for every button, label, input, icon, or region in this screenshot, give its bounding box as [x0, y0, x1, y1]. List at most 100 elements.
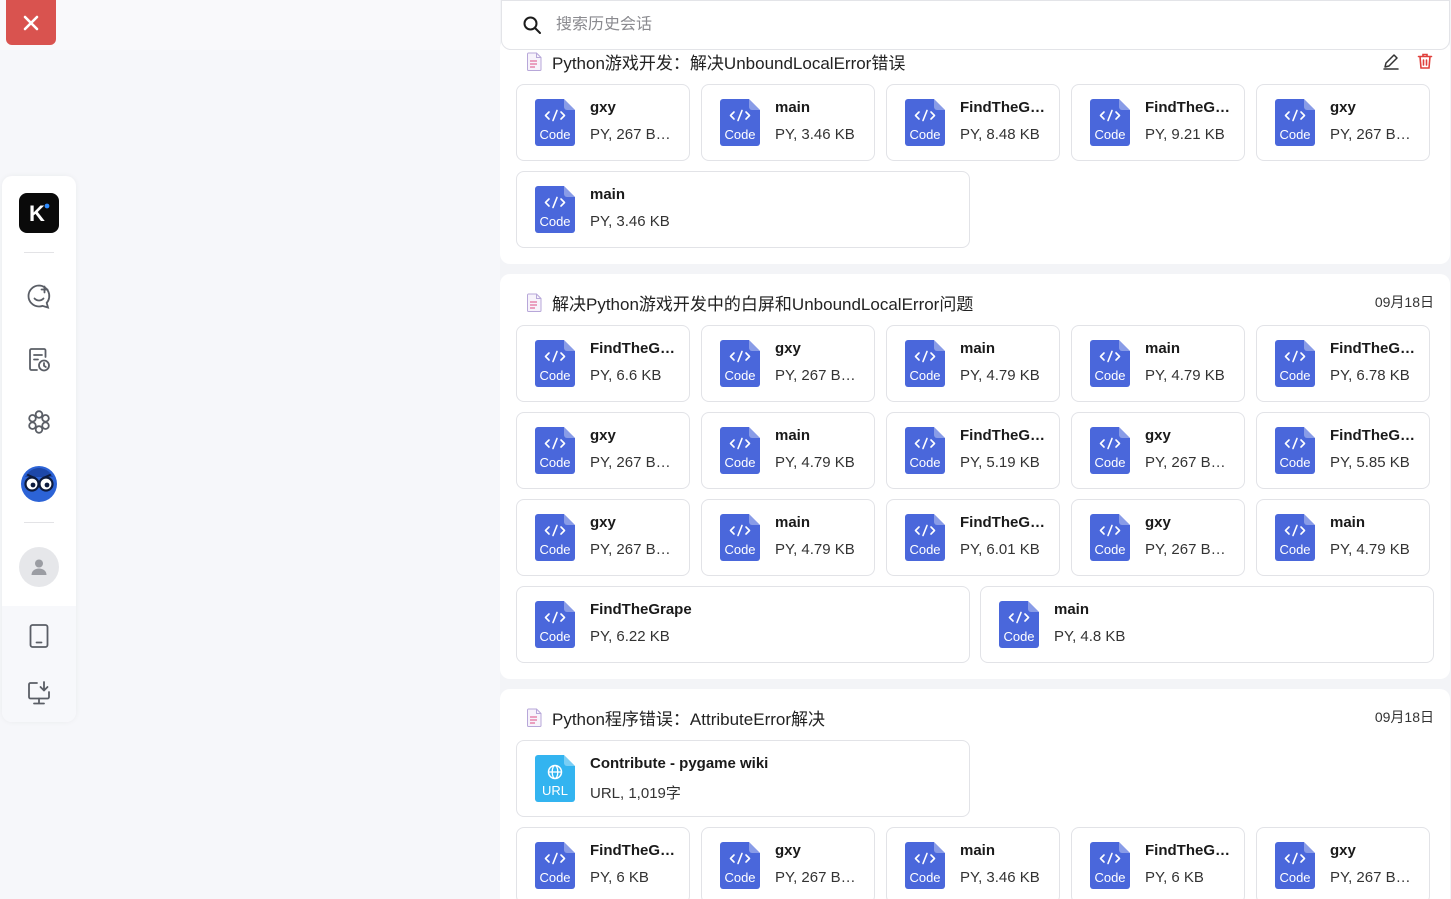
- apps-icon: [28, 410, 50, 434]
- file-name: gxy: [1145, 427, 1171, 444]
- delete-button[interactable]: [1416, 52, 1434, 70]
- file-name: gxy: [590, 99, 616, 116]
- code-file-icon: Code: [720, 842, 760, 889]
- user-avatar-icon: [31, 559, 47, 575]
- file-tile[interactable]: Code gxy PY, 267 Bytes: [1256, 827, 1430, 899]
- file-tile[interactable]: Code main PY, 4.79 KB: [701, 412, 875, 489]
- file-name: FindTheGrape: [1330, 427, 1417, 444]
- file-meta: PY, 267 Bytes: [590, 454, 677, 471]
- code-file-icon: Code: [535, 514, 575, 561]
- file-tile[interactable]: Code FindTheGrape PY, 9.21 KB: [1071, 84, 1245, 161]
- sidebar-item-download[interactable]: [19, 673, 59, 713]
- file-name: FindTheGrape: [1145, 99, 1232, 116]
- search-input[interactable]: [556, 16, 1356, 34]
- file-tile[interactable]: Code gxy PY, 267 Bytes: [516, 499, 690, 576]
- sidebar-item-assistant[interactable]: [19, 462, 59, 502]
- svg-text:Code: Code: [1279, 870, 1310, 885]
- code-file-icon: Code: [535, 99, 575, 146]
- svg-text:Code: Code: [724, 542, 755, 557]
- svg-text:Code: Code: [909, 127, 940, 142]
- file-tile[interactable]: Code FindTheGrape PY, 6 KB: [516, 827, 690, 899]
- file-meta: PY, 267 Bytes: [1330, 869, 1417, 886]
- file-name: main: [1054, 601, 1090, 618]
- session-date: 09月18日: [1374, 709, 1434, 725]
- file-meta: PY, 3.46 KB: [960, 869, 1040, 886]
- svg-text:Code: Code: [539, 214, 570, 229]
- file-tile[interactable]: Code FindTheGrape PY, 8.48 KB: [886, 84, 1060, 161]
- code-file-icon: Code: [905, 842, 945, 889]
- code-file-icon: Code: [905, 427, 945, 474]
- file-name: main: [590, 186, 626, 203]
- edit-button[interactable]: [1382, 52, 1400, 70]
- svg-text:Code: Code: [909, 368, 940, 383]
- assistant-avatar-icon: [21, 466, 57, 502]
- code-file-icon: Code: [1090, 99, 1130, 146]
- file-tile[interactable]: Code gxy PY, 267 Bytes: [516, 84, 690, 161]
- file-tile[interactable]: Code gxy PY, 267 Bytes: [701, 325, 875, 402]
- code-file-icon: Code: [720, 427, 760, 474]
- file-tile[interactable]: URL Contribute - pygame wiki URL, 1,019字: [516, 740, 970, 817]
- file-tile[interactable]: Code FindTheGrape PY, 6.6 KB: [516, 325, 690, 402]
- svg-text:Code: Code: [909, 455, 940, 470]
- search-icon: [523, 16, 541, 34]
- app-logo[interactable]: K: [19, 193, 59, 233]
- user-avatar[interactable]: [19, 547, 59, 587]
- sidebar-item-new-chat[interactable]: [19, 276, 59, 316]
- session-card[interactable]: Python程序错误：AttributeError解决 09月18日 URL Co…: [500, 689, 1450, 899]
- file-tile[interactable]: Code main PY, 3.46 KB: [701, 84, 875, 161]
- file-tile[interactable]: Code gxy PY, 267 Bytes: [1256, 84, 1430, 161]
- file-tile[interactable]: Code gxy PY, 267 Bytes: [516, 412, 690, 489]
- file-meta: PY, 5.19 KB: [960, 454, 1040, 471]
- file-tile[interactable]: Code FindTheGrape PY, 6.01 KB: [886, 499, 1060, 576]
- svg-text:Code: Code: [1094, 127, 1125, 142]
- file-tile[interactable]: Code main PY, 3.46 KB: [516, 171, 970, 248]
- code-file-icon: Code: [1090, 514, 1130, 561]
- history-icon: [29, 348, 50, 372]
- file-tile[interactable]: Code main PY, 4.8 KB: [980, 586, 1434, 663]
- code-file-icon: Code: [1090, 427, 1130, 474]
- sidebar-bottom: [2, 606, 76, 722]
- logo-letter: K: [29, 201, 45, 226]
- file-tile[interactable]: Code FindTheGrape PY, 5.19 KB: [886, 412, 1060, 489]
- file-name: gxy: [590, 427, 616, 444]
- sidebar-item-history[interactable]: [19, 340, 59, 380]
- session-card[interactable]: 解决Python游戏开发中的白屏和UnboundLocalError问题 09月…: [500, 274, 1450, 679]
- sidebar-item-apps[interactable]: [19, 402, 59, 442]
- file-name: FindTheGrape: [1145, 842, 1232, 859]
- file-tile[interactable]: Code FindTheGrape PY, 6 KB: [1071, 827, 1245, 899]
- file-tile[interactable]: Code main PY, 4.79 KB: [701, 499, 875, 576]
- file-name: gxy: [590, 514, 616, 531]
- file-name: FindTheGrape: [960, 99, 1047, 116]
- file-tile[interactable]: Code gxy PY, 267 Bytes: [1071, 412, 1245, 489]
- file-tile[interactable]: Code main PY, 4.79 KB: [886, 325, 1060, 402]
- code-file-icon: Code: [720, 99, 760, 146]
- file-tile[interactable]: Code FindTheGrape PY, 5.85 KB: [1256, 412, 1430, 489]
- sidebar-divider: [24, 522, 54, 523]
- file-tile[interactable]: Code FindTheGrape PY, 6.78 KB: [1256, 325, 1430, 402]
- svg-text:Code: Code: [1094, 368, 1125, 383]
- session-card[interactable]: Python游戏开发：解决UnboundLocalError错误 Code gxy…: [500, 38, 1450, 264]
- file-name: Contribute - pygame wiki: [590, 755, 769, 772]
- code-file-icon: Code: [999, 601, 1039, 648]
- file-tile[interactable]: Code main PY, 4.79 KB: [1071, 325, 1245, 402]
- file-meta: PY, 267 Bytes: [590, 541, 677, 558]
- file-tile[interactable]: Code main PY, 3.46 KB: [886, 827, 1060, 899]
- file-tile[interactable]: Code FindTheGrape PY, 6.22 KB: [516, 586, 970, 663]
- file-tile[interactable]: Code main PY, 4.79 KB: [1256, 499, 1430, 576]
- svg-text:Code: Code: [1094, 455, 1125, 470]
- code-file-icon: Code: [1275, 340, 1315, 387]
- file-tile[interactable]: Code gxy PY, 267 Bytes: [1071, 499, 1245, 576]
- file-name: main: [775, 99, 811, 116]
- file-tile[interactable]: Code gxy PY, 267 Bytes: [701, 827, 875, 899]
- trash-icon: [1417, 53, 1433, 69]
- session-header: Python游戏开发：解决UnboundLocalError错误: [526, 49, 1434, 73]
- sidebar-item-mobile[interactable]: [19, 616, 59, 656]
- close-button[interactable]: [6, 0, 56, 45]
- code-file-icon: Code: [720, 340, 760, 387]
- file-meta: URL, 1,019字: [590, 785, 681, 802]
- file-meta: PY, 6.22 KB: [590, 628, 670, 645]
- document-icon: [527, 52, 542, 71]
- session-date: 09月18日: [1374, 294, 1434, 310]
- document-icon: [527, 293, 542, 312]
- session-header: 解决Python游戏开发中的白屏和UnboundLocalError问题 09月…: [526, 290, 1434, 314]
